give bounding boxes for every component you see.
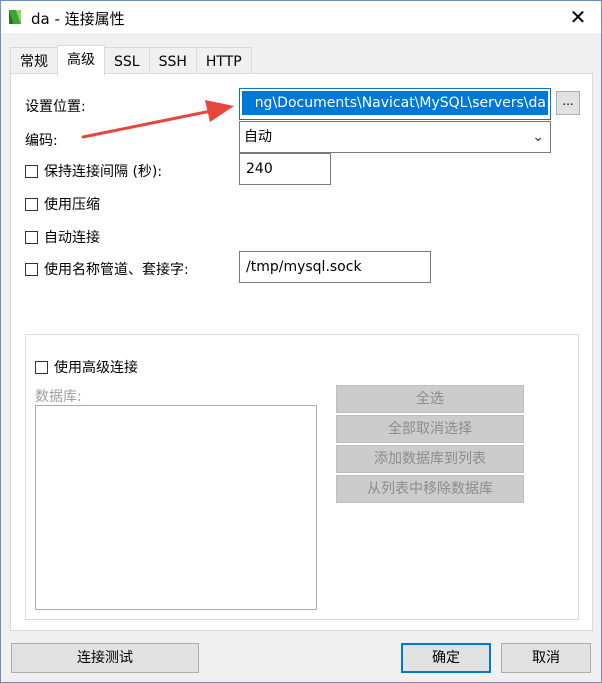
compression-checkbox-row[interactable]: 使用压缩: [25, 194, 100, 214]
test-connection-button[interactable]: 连接测试: [11, 643, 199, 673]
tab-strip: 常规 高级 SSL SSH HTTP: [10, 45, 252, 76]
tab-http[interactable]: HTTP: [195, 47, 252, 75]
navicat-app-icon: [9, 10, 21, 24]
ok-button[interactable]: 确定: [401, 643, 491, 673]
connection-properties-dialog: da - 连接属性 ✕ 常规 高级 SSL SSH HTTP 设置位置: ng\…: [0, 0, 602, 683]
settings-location-input[interactable]: ng\Documents\Navicat\MySQL\servers\da: [239, 88, 551, 120]
deselect-all-button[interactable]: 全部取消选择: [336, 415, 524, 443]
close-button[interactable]: ✕: [555, 1, 601, 33]
advanced-connection-label: 使用高级连接: [54, 360, 138, 376]
window-title: da - 连接属性: [31, 10, 125, 28]
advanced-connection-checkbox-row[interactable]: 使用高级连接: [35, 357, 138, 377]
tab-advanced[interactable]: 高级: [57, 45, 105, 76]
named-pipe-checkbox[interactable]: [25, 262, 38, 276]
keepalive-label: 保持连接间隔 (秒):: [44, 164, 163, 180]
encoding-select[interactable]: 自动 ⌄: [239, 121, 551, 153]
database-label: 数据库:: [35, 389, 82, 405]
remove-database-from-list-button[interactable]: 从列表中移除数据库: [336, 475, 524, 503]
autoconnect-checkbox-row[interactable]: 自动连接: [25, 227, 100, 247]
keepalive-input[interactable]: 240: [239, 153, 331, 185]
settings-location-label: 设置位置:: [25, 99, 86, 115]
autoconnect-checkbox[interactable]: [25, 230, 38, 244]
named-pipe-label: 使用名称管道、套接字:: [44, 262, 189, 278]
advanced-connection-checkbox[interactable]: [35, 360, 48, 374]
keepalive-checkbox-row[interactable]: 保持连接间隔 (秒):: [25, 161, 162, 181]
close-icon: ✕: [569, 5, 587, 29]
browse-button[interactable]: ...: [556, 91, 580, 115]
tab-ssl[interactable]: SSL: [104, 47, 150, 75]
named-pipe-checkbox-row[interactable]: 使用名称管道、套接字:: [25, 259, 189, 279]
title-bar: da - 连接属性 ✕: [1, 1, 601, 33]
autoconnect-label: 自动连接: [44, 230, 100, 246]
compression-checkbox[interactable]: [25, 197, 38, 211]
cancel-button[interactable]: 取消: [501, 643, 591, 673]
compression-label: 使用压缩: [44, 197, 100, 213]
keepalive-checkbox[interactable]: [25, 164, 38, 178]
database-list[interactable]: [35, 405, 317, 610]
settings-location-value: ng\Documents\Navicat\MySQL\servers\da: [242, 91, 548, 115]
tab-general[interactable]: 常规: [10, 47, 58, 75]
select-all-button[interactable]: 全选: [336, 385, 524, 413]
chevron-down-icon: ⌄: [532, 129, 544, 145]
named-pipe-input[interactable]: /tmp/mysql.sock: [239, 251, 431, 283]
encoding-value: 自动: [244, 129, 272, 145]
tab-ssh[interactable]: SSH: [148, 47, 197, 75]
encoding-label: 编码:: [25, 133, 58, 149]
add-database-to-list-button[interactable]: 添加数据库到列表: [336, 445, 524, 473]
